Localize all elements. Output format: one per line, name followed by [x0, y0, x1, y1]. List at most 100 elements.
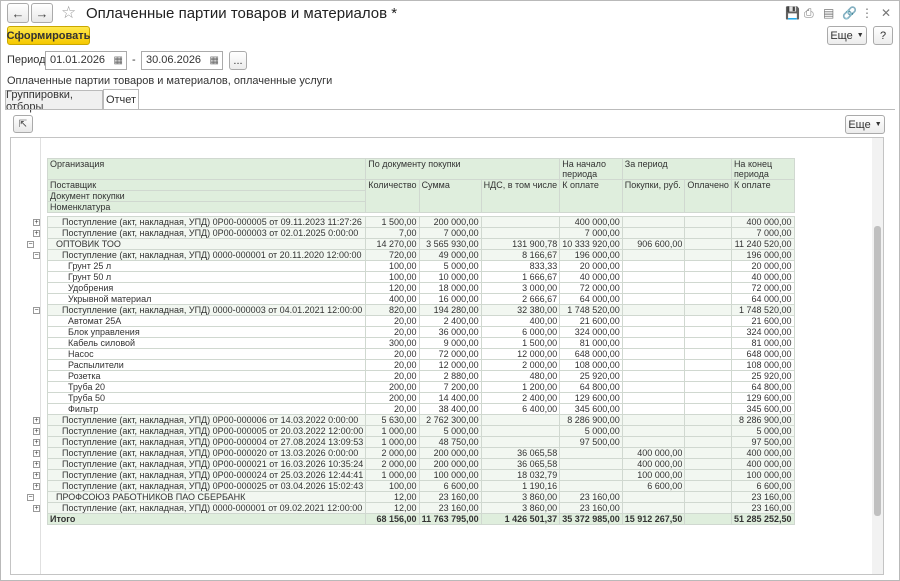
row-value: [684, 238, 732, 250]
collapse-toggle-icon[interactable]: −: [33, 307, 40, 314]
row-value: 14 270,00: [365, 238, 420, 250]
row-value: 648 000,00: [730, 348, 795, 360]
table-row[interactable]: Поступление (акт, накладная, УПД) 0Р00-0…: [46, 447, 795, 459]
table-row[interactable]: Поступление (акт, накладная, УПД) 0Р00-0…: [46, 227, 795, 239]
table-row[interactable]: Распылители 20,00 12 000,00 2 000,00 108 000…: [46, 359, 795, 371]
row-name: ПРОФСОЮЗ РАБОТНИКОВ ПАО СБЕРБАНК: [46, 491, 367, 503]
help-button[interactable]: ?: [873, 26, 893, 45]
table-row[interactable]: ОПТОВИК ТОО 14 270,00 3 565 930,00 131 900,…: [46, 238, 795, 250]
expand-toggle-icon[interactable]: +: [33, 219, 40, 226]
preview-icon[interactable]: ▤: [823, 6, 834, 20]
table-row[interactable]: Поступление (акт, накладная, УПД) 0000-0…: [46, 304, 795, 316]
tab-report[interactable]: Отчет: [103, 89, 139, 110]
calendar-icon[interactable]: ▦: [114, 55, 123, 66]
expand-report-button[interactable]: ⇱: [13, 115, 33, 133]
forward-button[interactable]: →: [31, 3, 53, 23]
table-row[interactable]: ПРОФСОЮЗ РАБОТНИКОВ ПАО СБЕРБАНК 12,00 23 …: [46, 491, 795, 503]
table-row[interactable]: Блок управления 20,00 36 000,00 6 000,00 324…: [46, 326, 795, 338]
expand-toggle-icon[interactable]: +: [33, 461, 40, 468]
table-row[interactable]: Труба 20 200,00 7 200,00 1 200,00 64 800,00 6…: [46, 381, 795, 393]
table-row[interactable]: Автомат 25А 20,00 2 400,00 400,00 21 600,00 2…: [46, 315, 795, 327]
table-row[interactable]: Грунт 50 л 100,00 10 000,00 1 666,67 40 000,…: [46, 271, 795, 283]
scrollbar-thumb[interactable]: [874, 226, 881, 516]
table-row[interactable]: Укрывной материал 400,00 16 000,00 2 666,67…: [46, 293, 795, 305]
row-value: 2 666,67: [480, 293, 561, 305]
row-value: 400,00: [365, 293, 420, 305]
row-value: [684, 216, 732, 228]
row-value: [480, 425, 561, 437]
row-value: [684, 502, 732, 514]
row-value: 400 000,00: [621, 447, 686, 459]
table-row[interactable]: Поступление (акт, накладная, УПД) 0000-0…: [46, 502, 795, 514]
calendar-icon[interactable]: ▦: [210, 55, 219, 66]
table-row[interactable]: Труба 50 200,00 14 400,00 2 400,00 129 600,0…: [46, 392, 795, 404]
collapse-toggle-icon[interactable]: −: [27, 494, 34, 501]
period-from-input[interactable]: 01.01.2026 ▦: [45, 51, 127, 70]
vertical-scrollbar[interactable]: [872, 138, 883, 574]
row-value: 23 160,00: [559, 502, 623, 514]
expand-toggle-icon[interactable]: +: [33, 450, 40, 457]
row-value: 324 000,00: [559, 326, 623, 338]
expand-toggle-icon[interactable]: +: [33, 472, 40, 479]
expand-toggle-icon[interactable]: +: [33, 428, 40, 435]
link-icon[interactable]: 🔗: [842, 6, 857, 20]
row-value: 108 000,00: [730, 359, 795, 371]
table-row[interactable]: Поступление (акт, накладная, УПД) 0Р00-0…: [46, 216, 795, 228]
table-row[interactable]: Розетка 20,00 2 880,00 480,00 25 920,00 25 92…: [46, 370, 795, 382]
expand-toggle-icon[interactable]: +: [33, 439, 40, 446]
row-value: [684, 447, 732, 459]
row-value: [621, 491, 686, 503]
close-icon[interactable]: ✕: [881, 6, 891, 20]
save-icon[interactable]: 💾: [785, 6, 800, 20]
collapse-toggle-icon[interactable]: −: [27, 241, 34, 248]
row-value: [621, 216, 686, 228]
table-row[interactable]: Грунт 25 л 100,00 5 000,00 833,33 20 000,00 2…: [46, 260, 795, 272]
row-value: 7,00: [365, 227, 420, 239]
row-value: 3 565 930,00: [418, 238, 482, 250]
total-value: 1 426 501,37: [480, 513, 561, 525]
generate-button[interactable]: Сформировать: [7, 26, 90, 45]
table-row[interactable]: Поступление (акт, накладная, УПД) 0Р00-0…: [46, 436, 795, 448]
window-title: Оплаченные партии товаров и материалов *: [86, 5, 398, 22]
row-value: 20,00: [365, 326, 420, 338]
favorite-star-icon[interactable]: ☆: [61, 3, 76, 23]
period-from-value: 01.01.2026: [50, 54, 106, 66]
back-button[interactable]: ←: [7, 3, 29, 23]
row-value: 345 600,00: [559, 403, 623, 415]
row-name: Поступление (акт, накладная, УПД) 0000-0…: [46, 304, 367, 316]
expand-toggle-icon[interactable]: +: [33, 505, 40, 512]
row-value: [621, 282, 686, 294]
row-value: 81 000,00: [730, 337, 795, 349]
table-row[interactable]: Поступление (акт, накладная, УПД) 0Р00-0…: [46, 480, 795, 492]
collapse-toggle-icon[interactable]: −: [33, 252, 40, 259]
table-row[interactable]: Фильтр 20,00 38 400,00 6 400,00 345 600,00 34…: [46, 403, 795, 415]
total-value: 15 912 267,50: [621, 513, 686, 525]
expand-toggle-icon[interactable]: +: [33, 417, 40, 424]
arrow-right-icon: →: [35, 5, 49, 21]
menu-icon[interactable]: ⋮: [861, 6, 873, 20]
row-name: Укрывной материал: [46, 293, 367, 305]
table-row[interactable]: Удобрения 120,00 18 000,00 3 000,00 72 000,0…: [46, 282, 795, 294]
more-button[interactable]: Еще ▼: [827, 26, 867, 45]
table-row[interactable]: Поступление (акт, накладная, УПД) 0Р00-0…: [46, 425, 795, 437]
table-row[interactable]: Насос 20,00 72 000,00 12 000,00 648 000,00 64…: [46, 348, 795, 360]
tab-groupings[interactable]: Группировки, отборы: [5, 89, 103, 113]
row-name: Поступление (акт, накладная, УПД) 0Р00-0…: [46, 425, 367, 437]
row-value: 7 000,00: [559, 227, 623, 239]
table-row[interactable]: Поступление (акт, накладная, УПД) 0Р00-0…: [46, 469, 795, 481]
table-row[interactable]: Кабель силовой 300,00 9 000,00 1 500,00 81 0…: [46, 337, 795, 349]
table-row[interactable]: Поступление (акт, накладная, УПД) 0Р00-0…: [46, 458, 795, 470]
row-name: Труба 50: [46, 392, 367, 404]
table-row[interactable]: Поступление (акт, накладная, УПД) 0Р00-0…: [46, 414, 795, 426]
row-value: 64 800,00: [559, 381, 623, 393]
report-more-button[interactable]: Еще ▼: [845, 115, 885, 134]
period-to-input[interactable]: 30.06.2026 ▦: [141, 51, 223, 70]
report-area[interactable]: + + − − − + + + + + + + − + Организация По документу …: [10, 137, 884, 575]
table-row[interactable]: Поступление (акт, накладная, УПД) 0000-0…: [46, 249, 795, 261]
row-value: [559, 480, 623, 492]
expand-toggle-icon[interactable]: +: [33, 230, 40, 237]
row-value: [621, 403, 686, 415]
expand-toggle-icon[interactable]: +: [33, 483, 40, 490]
print-icon[interactable]: ⎙: [804, 6, 814, 21]
period-select-button[interactable]: ...: [229, 51, 247, 70]
